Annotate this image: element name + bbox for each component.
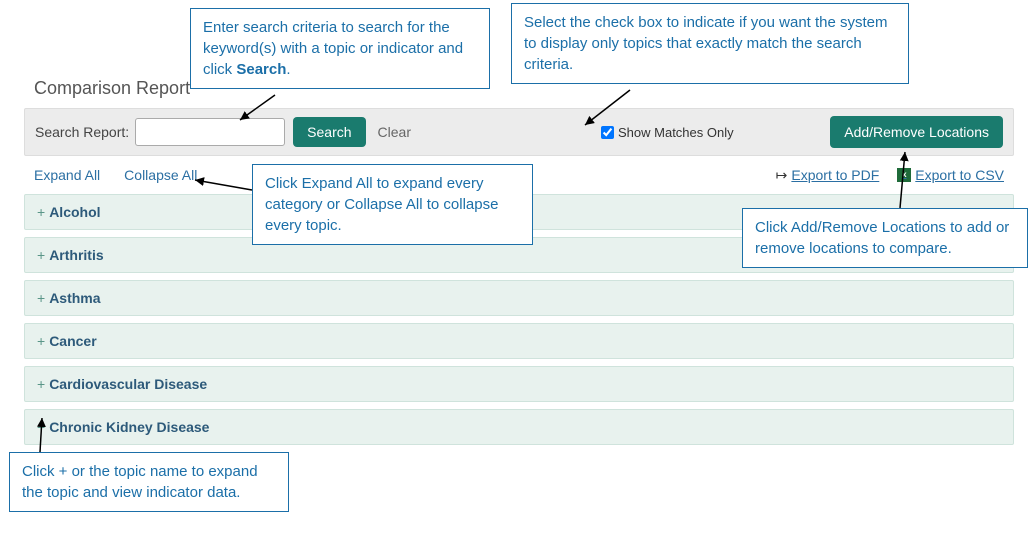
export-csv-link[interactable]: x Export to CSV [897,167,1004,183]
topic-label: Chronic Kidney Disease [49,419,209,435]
collapse-all-link[interactable]: Collapse All [124,167,197,183]
search-input[interactable] [135,118,285,146]
callout-search: Enter search criteria to search for the … [190,8,490,89]
expand-icon[interactable]: + [37,376,45,392]
search-label: Search Report: [35,124,129,140]
topic-label: Cancer [49,333,96,349]
page-title: Comparison Report [34,78,190,99]
expand-icon[interactable]: + [37,419,45,435]
clear-button[interactable]: Clear [378,124,411,140]
callout-addremove: Click Add/Remove Locations to add or rem… [742,208,1028,268]
expand-icon[interactable]: + [37,333,45,349]
callout-text: . [286,61,290,78]
excel-icon: x [897,168,911,182]
topic-label: Cardiovascular Disease [49,376,207,392]
callout-checkbox: Select the check box to indicate if you … [511,3,909,84]
export-csv-label: Export to CSV [915,167,1004,183]
show-matches-checkbox[interactable] [601,126,614,139]
expand-icon[interactable]: + [37,290,45,306]
show-matches-checkbox-wrap[interactable]: Show Matches Only [601,125,734,140]
add-remove-locations-button[interactable]: Add/Remove Locations [830,116,1003,148]
expand-icon[interactable]: + [37,247,45,263]
topic-label: Arthritis [49,247,103,263]
expand-all-link[interactable]: Expand All [34,167,100,183]
callout-topic: Click + or the topic name to expand the … [9,452,289,512]
topic-row[interactable]: + Cancer [24,323,1014,359]
share-icon [776,167,788,184]
topic-label: Alcohol [49,204,100,220]
topic-row[interactable]: + Asthma [24,280,1014,316]
topic-label: Asthma [49,290,100,306]
export-pdf-link[interactable]: Export to PDF [776,167,880,184]
expand-icon[interactable]: + [37,204,45,220]
export-group: Export to PDF x Export to CSV [776,167,1004,184]
search-bar: Search Report: Search Clear Show Matches… [24,108,1014,156]
topic-row[interactable]: + Chronic Kidney Disease [24,409,1014,445]
search-button[interactable]: Search [293,117,365,147]
topic-row[interactable]: + Cardiovascular Disease [24,366,1014,402]
callout-expand: Click Expand All to expand every categor… [252,164,533,245]
show-matches-label: Show Matches Only [618,125,734,140]
callout-text-strong: Search [236,61,286,78]
export-pdf-label: Export to PDF [791,167,879,183]
